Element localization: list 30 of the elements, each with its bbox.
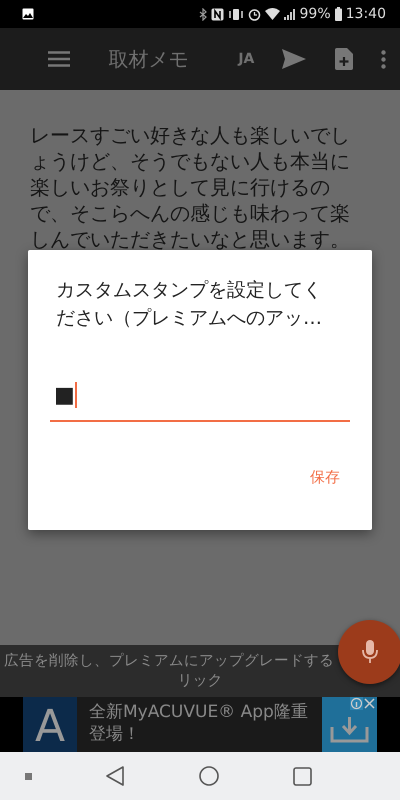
banner-text: リック	[176, 671, 222, 690]
add-document-icon[interactable]	[334, 48, 353, 70]
image-icon	[22, 8, 34, 20]
ad-logo: A	[23, 697, 77, 752]
more-options-icon[interactable]	[380, 50, 386, 68]
home-icon[interactable]	[198, 766, 219, 786]
menu-icon[interactable]	[48, 51, 70, 67]
back-icon[interactable]	[106, 766, 124, 786]
recent-apps-icon[interactable]	[292, 766, 312, 786]
signal-icon	[284, 8, 296, 20]
ad-banner[interactable]: A 全新MyACUVUE® App隆重登場！	[23, 697, 377, 752]
wifi-icon	[264, 8, 280, 20]
language-button[interactable]: JA	[234, 47, 258, 71]
ad-headline: 全新MyACUVUE® App隆重登場！	[89, 701, 309, 745]
microphone-icon	[362, 640, 378, 664]
clock: 13:40	[346, 6, 386, 22]
alarm-icon	[248, 8, 261, 20]
input-field[interactable]: ■	[50, 370, 350, 422]
battery-percent: 99%	[300, 6, 331, 22]
send-icon[interactable]	[282, 49, 306, 69]
app-title: 取材メモ	[108, 46, 190, 72]
save-button[interactable]: 保存	[300, 464, 350, 491]
vibrate-icon	[228, 8, 244, 20]
battery-icon	[334, 7, 342, 21]
memo-text: レースすごい好きな人も楽しいでしょうけど、そうでもない人も本当に楽しいお祭りとして見に行けるので、そこらへんの感じも味わって楽しんでいただきたいなと思います。	[30, 122, 351, 252]
bluetooth-icon	[198, 8, 207, 20]
dialog-title: カスタムスタンプを設定してください（プレミアムへのアッ…	[55, 278, 323, 331]
download-icon[interactable]	[322, 697, 377, 752]
banner-text: 広告を削除し、プレミアムにアップグレードする	[3, 652, 334, 671]
nfc-icon	[210, 8, 224, 20]
